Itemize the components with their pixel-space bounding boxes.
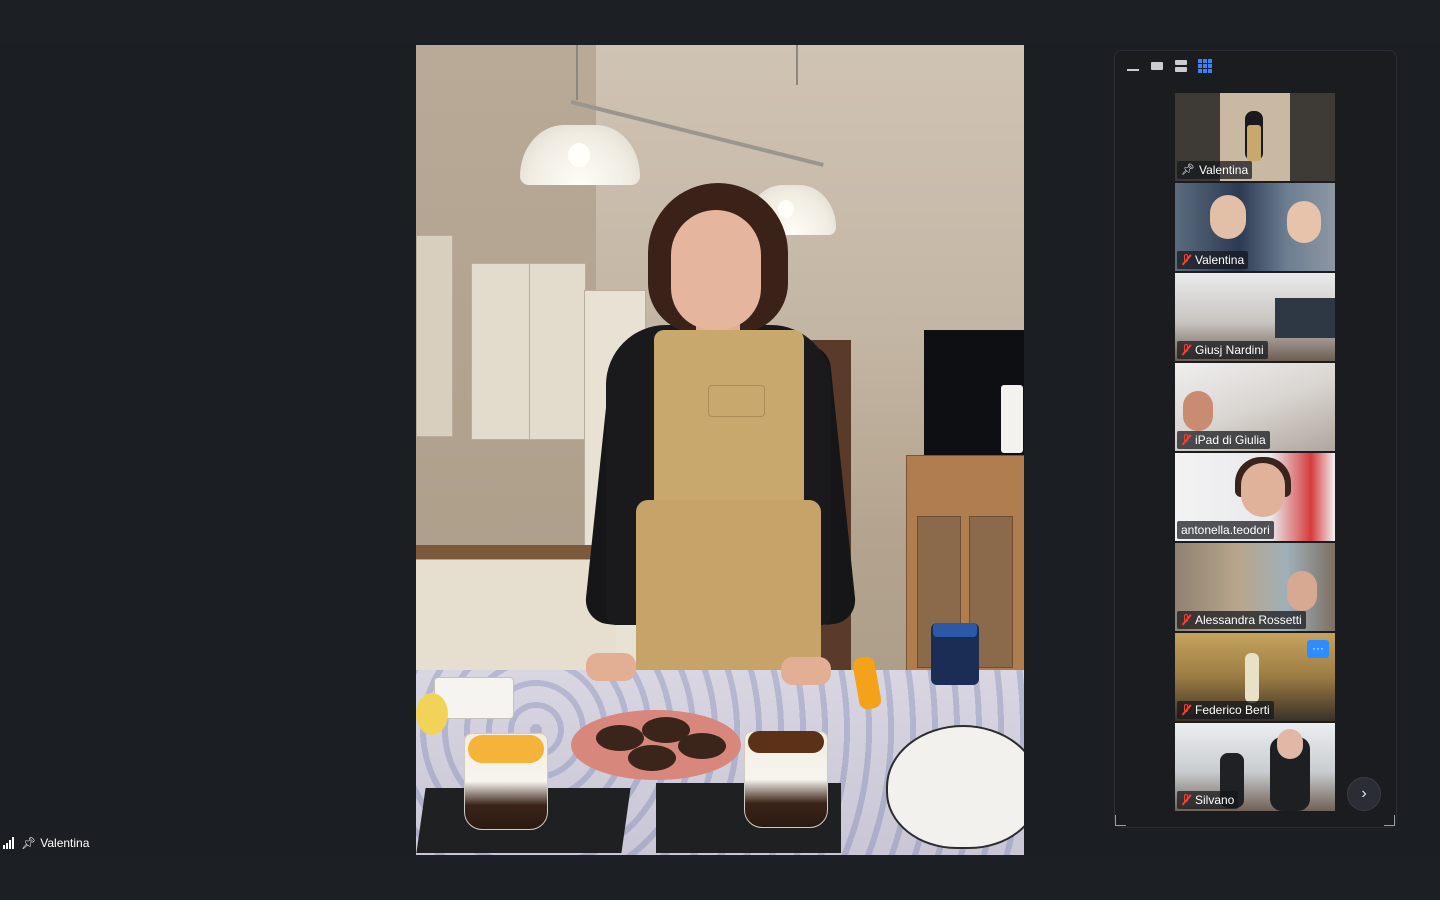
participant-name: Valentina (1195, 253, 1245, 267)
participant-tile[interactable]: antonella.teodori (1175, 453, 1335, 541)
participant-name: Alessandra Rossetti (1195, 613, 1302, 627)
cookie (678, 733, 726, 759)
stack-view-icon[interactable] (1174, 59, 1188, 73)
more-options-button[interactable]: ··· (1307, 640, 1329, 658)
person-hand (586, 653, 636, 681)
apron-logo (708, 385, 765, 417)
mic-muted-icon (1181, 614, 1191, 626)
chevron-right-icon: › (1361, 785, 1367, 802)
mixing-bowl (886, 725, 1024, 849)
participant-name-tag: Federico Berti (1177, 701, 1274, 719)
participant-tile[interactable]: Valentina (1175, 183, 1335, 271)
cookie (628, 745, 676, 771)
lamp-wire (576, 45, 578, 100)
participant-name: Silvano (1195, 793, 1235, 807)
participant-tile[interactable]: Alessandra Rossetti (1175, 543, 1335, 631)
kitchen-cabinet (416, 235, 453, 437)
participant-name: Giusj Nardini (1195, 343, 1264, 357)
speaker-name-label: 📌︎ Valentina (3, 834, 89, 852)
apron-skirt (636, 500, 821, 675)
kitchen-cabinet (529, 263, 586, 440)
mic-muted-icon (1181, 254, 1191, 266)
view-switcher (1126, 56, 1212, 76)
participant-name-tag: Alessandra Rossetti (1177, 611, 1306, 629)
chocolate-topping (748, 731, 824, 753)
participant-tile[interactable]: Silvano (1175, 723, 1335, 811)
jar-lid (933, 623, 977, 637)
participant-name: Federico Berti (1195, 703, 1270, 717)
person-hand (781, 657, 831, 685)
light-bulb (778, 200, 794, 218)
participant-tiles: 📌︎ Valentina Valentina Giusj Nardini iPa… (1175, 93, 1335, 813)
mic-muted-icon (1181, 344, 1191, 356)
participant-tile[interactable]: 📌︎ Valentina (1175, 93, 1335, 181)
participant-tile[interactable]: Giusj Nardini (1175, 273, 1335, 361)
lamp-wire (796, 45, 798, 85)
participant-name: antonella.teodori (1181, 523, 1270, 537)
speaker-name: Valentina (40, 836, 90, 850)
zoom-window: 📌︎ Valentina 📌︎ Valentina Valentina Gius… (0, 0, 1440, 900)
participant-tile[interactable]: iPad di Giulia (1175, 363, 1335, 451)
participant-name-tag: antonella.teodori (1177, 521, 1274, 539)
signal-icon (3, 837, 17, 849)
participant-tile[interactable]: ··· Federico Berti (1175, 633, 1335, 721)
participant-name: iPad di Giulia (1195, 433, 1266, 447)
participant-name-tag: 📌︎ Valentina (1177, 161, 1253, 179)
participant-name-tag: Valentina (1177, 251, 1249, 269)
main-speaker-video[interactable] (416, 45, 1024, 855)
pin-icon: 📌︎ (1181, 164, 1195, 176)
participant-name: Valentina (1198, 163, 1249, 177)
next-page-button[interactable]: › (1347, 777, 1381, 811)
title-bar (0, 0, 1440, 45)
paper-towel (1001, 385, 1023, 453)
pin-icon: 📌︎ (21, 836, 37, 850)
mic-muted-icon (1181, 434, 1191, 446)
participant-name-tag: Silvano (1177, 791, 1239, 809)
participant-name-tag: Giusj Nardini (1177, 341, 1268, 359)
lemon (416, 693, 448, 735)
mic-muted-icon (1181, 704, 1191, 716)
mic-muted-icon (1181, 794, 1191, 806)
kitchen-counter (416, 545, 616, 559)
gallery-view-icon[interactable] (1198, 59, 1212, 73)
person-face (671, 210, 761, 330)
bottom-bar (0, 855, 1440, 900)
participant-name-tag: iPad di Giulia (1177, 431, 1270, 449)
light-bulb (568, 143, 590, 167)
single-view-icon[interactable] (1150, 59, 1164, 73)
peach-topping (468, 735, 544, 763)
minimize-icon[interactable] (1126, 59, 1140, 73)
kitchen-cabinet (471, 263, 531, 440)
resize-handle-icon[interactable] (1115, 815, 1126, 826)
resize-handle-icon[interactable] (1384, 815, 1395, 826)
